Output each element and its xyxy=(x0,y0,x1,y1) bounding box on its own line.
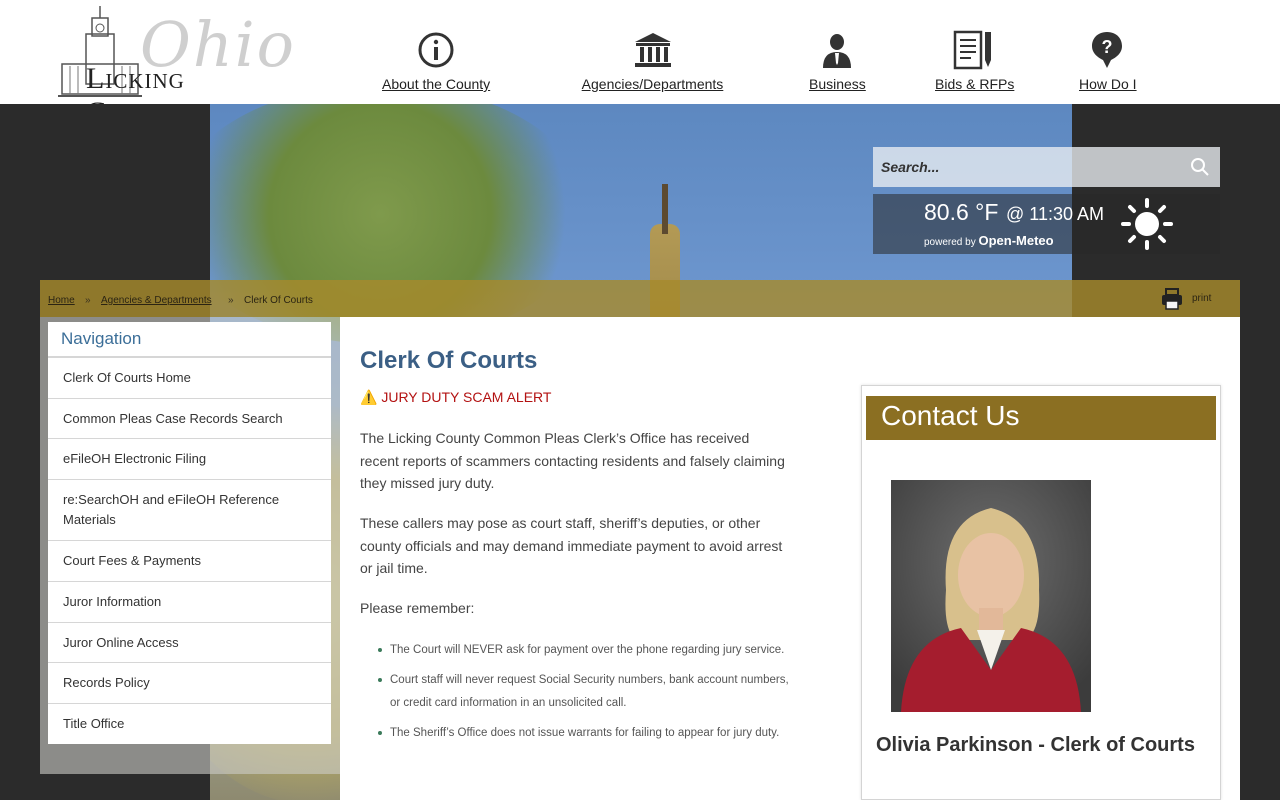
alert-bullet-list: The Court will NEVER ask for payment ove… xyxy=(378,639,790,752)
sidebar-item-clerk-home[interactable]: Clerk Of Courts Home xyxy=(48,358,331,399)
contact-heading: Contact Us xyxy=(866,396,1216,440)
businessman-icon xyxy=(823,34,851,68)
breadcrumb-separator: » xyxy=(85,295,91,306)
info-icon xyxy=(418,32,454,68)
contact-card: Contact Us Olivia Parkinson - Clerk of C… xyxy=(861,385,1221,800)
alert-paragraph-1: The Licking County Common Pleas Clerk’s … xyxy=(360,430,785,491)
sidebar-item-efile[interactable]: eFileOH Electronic Filing xyxy=(48,439,331,480)
question-icon: ? xyxy=(1092,32,1122,68)
breadcrumb-separator: » xyxy=(228,295,234,306)
nav-agencies-label: Agencies/Departments xyxy=(581,76,724,92)
clerk-portrait-photo xyxy=(891,480,1091,712)
sidebar-item-records-policy[interactable]: Records Policy xyxy=(48,663,331,704)
breadcrumb-current: Clerk Of Courts xyxy=(244,295,313,306)
portrait-image xyxy=(891,480,1091,712)
page-title: Clerk Of Courts xyxy=(360,347,538,374)
sidebar-heading: Navigation xyxy=(48,322,331,358)
sidebar-item-reference-materials[interactable]: re:SearchOH and eFileOH Reference Materi… xyxy=(48,480,331,541)
scam-alert-text: JURY DUTY SCAM ALERT xyxy=(381,389,552,405)
weather-time: @ 11:30 AM xyxy=(1006,204,1104,224)
search-icon[interactable] xyxy=(1190,157,1210,177)
scam-alert-heading: ⚠️ JURY DUTY SCAM ALERT xyxy=(360,389,551,406)
sun-icon xyxy=(1121,198,1173,250)
sidebar-item-juror-information[interactable]: Juror Information xyxy=(48,582,331,623)
sidebar-navigation: Navigation Clerk Of Courts Home Common P… xyxy=(48,322,331,744)
building-icon xyxy=(634,33,671,67)
search-input[interactable] xyxy=(873,147,1183,187)
sidebar-item-juror-online-access[interactable]: Juror Online Access xyxy=(48,623,331,663)
print-link[interactable]: print xyxy=(1192,293,1211,304)
list-item: The Sheriff’s Office does not issue warr… xyxy=(378,722,790,745)
list-item: The Court will NEVER ask for payment ove… xyxy=(378,639,790,662)
weather-widget: 80.6 °F @ 11:30 AM powered by Open-Meteo xyxy=(873,194,1220,254)
nav-agencies-departments[interactable]: Agencies/Departments xyxy=(581,30,724,94)
nav-bids-label: Bids & RFPs xyxy=(935,76,1015,92)
sidebar-item-court-fees[interactable]: Court Fees & Payments xyxy=(48,541,331,582)
weather-temperature: 80.6 °F xyxy=(924,199,999,225)
breadcrumb-agencies[interactable]: Agencies & Departments xyxy=(101,295,212,306)
weather-powered-by: powered by Open-Meteo xyxy=(924,233,1054,248)
county-logo[interactable]: Ohio Licking County xyxy=(54,4,294,129)
powered-by-text: powered by xyxy=(924,237,976,248)
nav-bids-rfps[interactable]: Bids & RFPs xyxy=(935,30,1015,94)
alert-paragraph-3: Please remember: xyxy=(360,600,475,616)
alert-paragraph-2: These callers may pose as court staff, s… xyxy=(360,515,783,576)
weather-provider[interactable]: Open-Meteo xyxy=(978,233,1053,248)
search-box xyxy=(873,147,1220,187)
nav-about-county-label: About the County xyxy=(382,76,491,92)
site-header: Ohio Licking County About the County Age… xyxy=(0,0,1280,129)
clerk-name: Olivia Parkinson - Clerk of Courts xyxy=(876,734,1195,756)
nav-business[interactable]: Business xyxy=(809,30,866,94)
nav-how-do-i[interactable]: ? How Do I xyxy=(1079,30,1137,94)
nav-how-do-i-label: How Do I xyxy=(1079,76,1137,92)
sidebar-item-case-records[interactable]: Common Pleas Case Records Search xyxy=(48,399,331,439)
sidebar-item-title-office[interactable]: Title Office xyxy=(48,704,331,744)
breadcrumb-home[interactable]: Home xyxy=(48,295,75,306)
document-pen-icon xyxy=(953,30,991,70)
print-icon[interactable] xyxy=(1160,287,1184,311)
nav-about-county[interactable]: About the County xyxy=(382,30,490,94)
list-item: Court staff will never request Social Se… xyxy=(378,669,790,715)
nav-business-label: Business xyxy=(809,76,866,92)
breadcrumb: Home » Agencies & Departments » Clerk Of… xyxy=(40,280,1240,317)
svg-text:?: ? xyxy=(1102,37,1113,57)
warning-icon: ⚠️ xyxy=(360,389,378,405)
